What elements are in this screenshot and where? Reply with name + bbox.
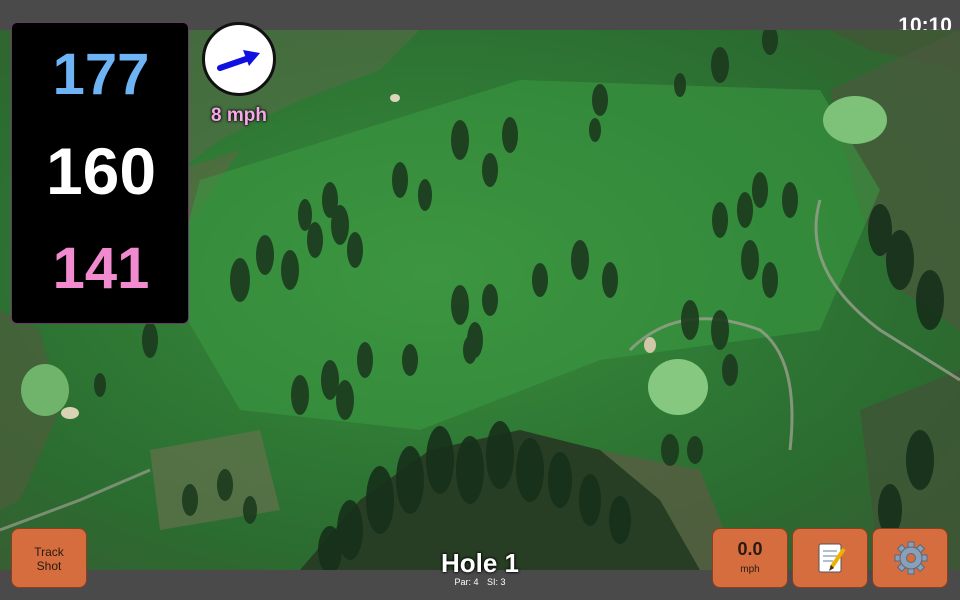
track-shot-label-line1: Track [34, 545, 64, 559]
hole-stroke-index: SI: 3 [487, 577, 506, 587]
wind-dial [202, 22, 276, 96]
settings-button[interactable] [872, 528, 948, 588]
distance-panel: 177 160 141 [11, 22, 189, 324]
wind-speed: 8 mph [211, 105, 267, 126]
hole-title: Hole 1 [440, 548, 520, 578]
center-distance: 160 [45, 134, 157, 208]
speed-unit: mph [740, 564, 760, 575]
notes-button[interactable] [792, 528, 868, 588]
hole-par: Par: 4 [454, 577, 479, 587]
wind-arrow-icon [217, 50, 260, 71]
track-shot-button[interactable]: Track Shot [11, 528, 87, 588]
front-distance: 141 [52, 236, 150, 301]
speed-value: 0.0 [737, 539, 763, 559]
gear-icon [894, 541, 928, 575]
memo-icon [818, 543, 846, 573]
speed-button[interactable]: 0.0 mph [712, 528, 788, 588]
back-distance: 177 [52, 42, 150, 107]
track-shot-label-line2: Shot [36, 559, 62, 573]
hole-meta: Par: 4 SI: 3 [380, 577, 580, 587]
